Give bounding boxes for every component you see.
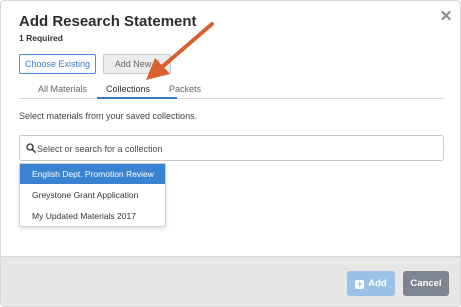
active-tab-indicator <box>97 97 177 99</box>
tab-bar: All Materials Collections Packets <box>19 81 444 99</box>
search-placeholder: Select or search for a collection <box>37 144 163 154</box>
dropdown-option[interactable]: Greystone Grant Application <box>20 185 165 205</box>
search-icon <box>26 143 36 153</box>
tab-all-materials[interactable]: All Materials <box>38 84 87 94</box>
plus-icon: + <box>355 279 365 289</box>
collection-dropdown: English Dept. Promotion Review Greystone… <box>19 163 166 227</box>
modal-dialog: Add Research Statement 1 Required ✕ Choo… <box>0 0 461 307</box>
modal-footer: + Add Cancel <box>1 256 460 306</box>
helper-text: Select materials from your saved collect… <box>19 111 198 121</box>
modal-title: Add Research Statement <box>19 13 197 30</box>
cancel-button[interactable]: Cancel <box>403 271 449 296</box>
add-button[interactable]: + Add <box>347 271 395 296</box>
add-new-button[interactable]: Add New F <box>103 54 171 74</box>
tab-packets[interactable]: Packets <box>169 84 201 94</box>
collection-search-input[interactable]: Select or search for a collection <box>19 135 444 161</box>
dropdown-option[interactable]: My Updated Materials 2017 <box>20 206 165 226</box>
close-icon[interactable]: ✕ <box>438 9 454 25</box>
required-count: 1 Required <box>19 33 63 43</box>
add-button-label: Add <box>368 278 387 289</box>
dropdown-option[interactable]: English Dept. Promotion Review <box>20 164 165 184</box>
tab-collections[interactable]: Collections <box>106 84 150 94</box>
choose-existing-button[interactable]: Choose Existing <box>19 54 96 74</box>
